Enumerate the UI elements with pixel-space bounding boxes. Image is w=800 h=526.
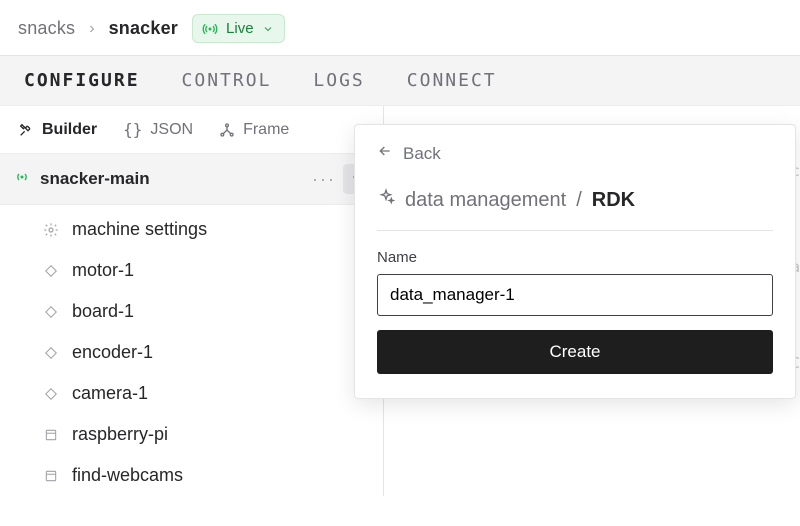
tree-item-label: machine settings bbox=[72, 219, 207, 240]
panel-title-b: RDK bbox=[592, 189, 635, 212]
arrow-left-icon bbox=[377, 143, 393, 164]
panel-title-a: data management bbox=[405, 189, 566, 212]
back-label: Back bbox=[403, 144, 441, 164]
braces-icon: {} bbox=[123, 120, 142, 139]
tree-item-label: encoder-1 bbox=[72, 342, 153, 363]
create-button[interactable]: Create bbox=[377, 330, 773, 374]
diamond-icon bbox=[42, 344, 60, 362]
mode-json-label: JSON bbox=[150, 121, 193, 139]
view-modes: Builder {} JSON Frame bbox=[0, 106, 383, 154]
broadcast-icon bbox=[14, 169, 30, 190]
tree-item-label: board-1 bbox=[72, 301, 134, 322]
panel-title-sep: / bbox=[576, 189, 582, 212]
tree-item-motor-1[interactable]: motor-1 bbox=[0, 250, 383, 291]
diamond-icon bbox=[42, 262, 60, 280]
node-more-button[interactable]: ··· bbox=[309, 164, 339, 194]
tab-logs[interactable]: LOGS bbox=[313, 70, 364, 91]
package-icon bbox=[42, 467, 60, 485]
package-icon bbox=[42, 426, 60, 444]
node-name: snacker-main bbox=[40, 169, 150, 189]
tree-item-label: raspberry-pi bbox=[72, 424, 168, 445]
sidebar: Builder {} JSON Frame bbox=[0, 106, 384, 496]
tree-item-label: motor-1 bbox=[72, 260, 134, 281]
sparkle-icon bbox=[377, 188, 395, 212]
status-live-pill[interactable]: Live bbox=[192, 14, 285, 43]
broadcast-icon bbox=[202, 21, 218, 37]
create-service-panel: Back data management / RDK Name Create bbox=[354, 124, 796, 399]
tree-item-board-1[interactable]: board-1 bbox=[0, 291, 383, 332]
wrench-icon bbox=[18, 122, 34, 138]
node-header[interactable]: snacker-main ··· bbox=[0, 154, 383, 205]
tree-item-camera-1[interactable]: camera-1 bbox=[0, 373, 383, 414]
ellipsis-icon: ··· bbox=[312, 169, 336, 190]
panel-title: data management / RDK bbox=[377, 178, 773, 231]
tree-item-label: camera-1 bbox=[72, 383, 148, 404]
mode-builder-label: Builder bbox=[42, 121, 97, 139]
chevron-down-icon bbox=[262, 23, 274, 35]
tree-item-raspberry-pi[interactable]: raspberry-pi bbox=[0, 414, 383, 455]
name-input[interactable] bbox=[377, 274, 773, 316]
name-field-label: Name bbox=[377, 249, 773, 266]
tab-control[interactable]: CONTROL bbox=[182, 70, 272, 91]
mode-frame[interactable]: Frame bbox=[219, 121, 289, 139]
tab-configure[interactable]: CONFIGURE bbox=[24, 70, 140, 91]
mode-builder[interactable]: Builder bbox=[18, 121, 97, 139]
main-pane: nc ca RC Back data management / RDK Name bbox=[384, 106, 800, 496]
diamond-icon bbox=[42, 385, 60, 403]
breadcrumb-parent[interactable]: snacks bbox=[18, 18, 75, 39]
chevron-right-icon: › bbox=[89, 20, 94, 38]
breadcrumb-current[interactable]: snacker bbox=[109, 18, 178, 39]
back-button[interactable]: Back bbox=[377, 143, 441, 178]
status-label: Live bbox=[226, 20, 254, 37]
frame-icon bbox=[219, 122, 235, 138]
component-tree: machine settings motor-1 board-1 encoder… bbox=[0, 205, 383, 496]
tree-item-find-webcams[interactable]: find-webcams bbox=[0, 455, 383, 496]
diamond-icon bbox=[42, 303, 60, 321]
tab-connect[interactable]: CONNECT bbox=[407, 70, 497, 91]
tree-item-machine-settings[interactable]: machine settings bbox=[0, 209, 383, 250]
breadcrumb-bar: snacks › snacker Live bbox=[0, 0, 800, 55]
mode-json[interactable]: {} JSON bbox=[123, 120, 193, 139]
gear-icon bbox=[42, 221, 60, 239]
main-tabs: CONFIGURE CONTROL LOGS CONNECT bbox=[0, 55, 800, 106]
tree-item-encoder-1[interactable]: encoder-1 bbox=[0, 332, 383, 373]
tree-item-label: find-webcams bbox=[72, 465, 183, 486]
mode-frame-label: Frame bbox=[243, 121, 289, 139]
